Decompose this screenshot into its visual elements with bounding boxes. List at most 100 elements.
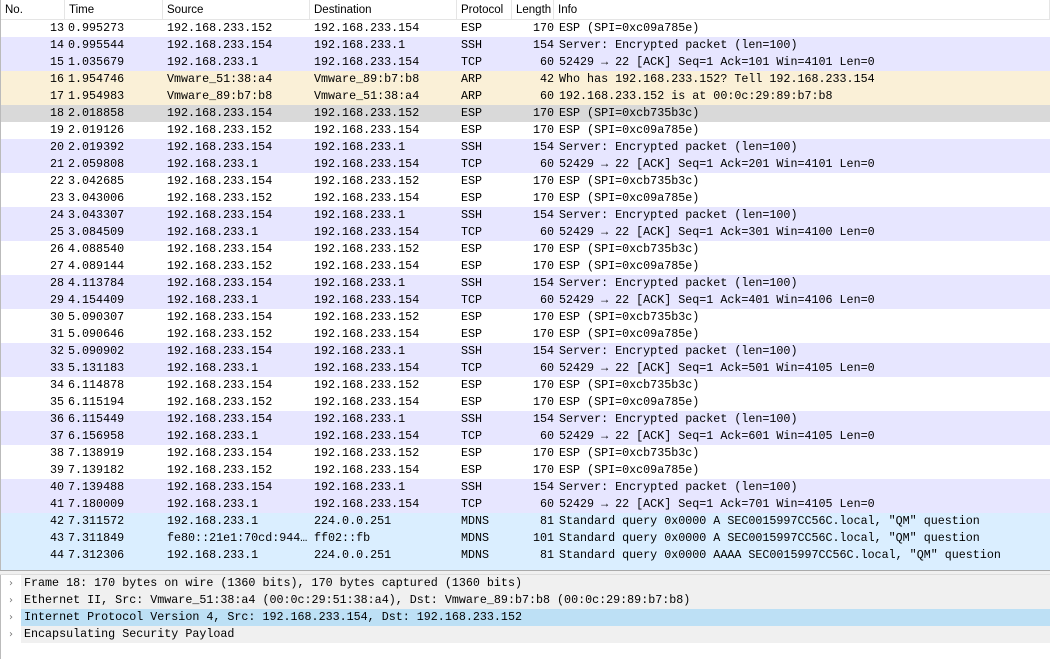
packet-row[interactable]: 23 3.043006 192.168.233.152 192.168.233.154…: [1, 190, 1050, 207]
column-header-source[interactable]: Source: [163, 0, 310, 20]
cell-length: 81: [539, 548, 554, 562]
cell-info: ESP (SPI=0xc09a785e): [559, 259, 700, 273]
column-header-info[interactable]: Info: [554, 0, 1050, 20]
cell-info: ESP (SPI=0xc09a785e): [559, 395, 700, 409]
column-header-time[interactable]: Time: [65, 0, 163, 20]
cell-protocol: ESP: [461, 463, 483, 477]
packet-row[interactable]: 43 7.311849 fe80::21e1:70cd:944… ff02::fb MD…: [1, 530, 1050, 547]
cell-destination: 224.0.0.251: [314, 548, 392, 562]
cell-length: 170: [532, 191, 554, 205]
cell-no: 23: [49, 191, 64, 205]
packet-row[interactable]: 30 5.090307 192.168.233.154 192.168.233.152…: [1, 309, 1050, 326]
cell-info: Server: Encrypted packet (len=100): [559, 412, 798, 426]
cell-destination: 192.168.233.154: [314, 259, 420, 273]
packet-row[interactable]: 20 2.019392 192.168.233.154 192.168.233.1 SS…: [1, 139, 1050, 156]
cell-info: ESP (SPI=0xcb735b3c): [559, 310, 700, 324]
packet-row[interactable]: 25 3.084509 192.168.233.1 192.168.233.154 TC…: [1, 224, 1050, 241]
cell-source: 192.168.233.154: [167, 242, 273, 256]
packet-rows: 13 0.995273 192.168.233.152 192.168.233.154…: [1, 20, 1050, 564]
cell-protocol: TCP: [461, 55, 483, 69]
cell-time: 4.088540: [68, 242, 125, 256]
packet-row[interactable]: 34 6.114878 192.168.233.154 192.168.233.152…: [1, 377, 1050, 394]
cell-destination: 192.168.233.1: [314, 208, 406, 222]
cell-no: 20: [49, 140, 64, 154]
cell-source: 192.168.233.154: [167, 344, 273, 358]
packet-row[interactable]: 40 7.139488 192.168.233.154 192.168.233.1 SS…: [1, 479, 1050, 496]
column-header-length[interactable]: Length: [512, 0, 554, 20]
detail-tree-item[interactable]: › Frame 18: 170 bytes on wire (1360 bits)…: [1, 575, 1050, 592]
cell-length: 60: [539, 361, 554, 375]
cell-no: 21: [49, 157, 64, 171]
packet-row[interactable]: 18 2.018858 192.168.233.154 192.168.233.152…: [1, 105, 1050, 122]
cell-source: 192.168.233.1: [167, 548, 259, 562]
cell-no: 38: [49, 446, 64, 460]
chevron-right-icon[interactable]: ›: [1, 592, 21, 609]
packet-row[interactable]: 16 1.954746 Vmware_51:38:a4 Vmware_89:b7:b8…: [1, 71, 1050, 88]
packet-row[interactable]: 21 2.059808 192.168.233.1 192.168.233.154 TC…: [1, 156, 1050, 173]
cell-length: 101: [532, 531, 554, 545]
packet-row[interactable]: 31 5.090646 192.168.233.152 192.168.233.154…: [1, 326, 1050, 343]
chevron-right-icon[interactable]: ›: [1, 575, 21, 592]
cell-info: Standard query 0x0000 A SEC0015997CC56C.…: [559, 514, 980, 528]
packet-row[interactable]: 19 2.019126 192.168.233.152 192.168.233.154…: [1, 122, 1050, 139]
packet-row[interactable]: 35 6.115194 192.168.233.152 192.168.233.154…: [1, 394, 1050, 411]
cell-protocol: SSH: [461, 208, 483, 222]
cell-protocol: MDNS: [461, 531, 490, 545]
cell-source: 192.168.233.152: [167, 395, 273, 409]
cell-source: 192.168.233.154: [167, 140, 273, 154]
cell-length: 170: [532, 174, 554, 188]
packet-row[interactable]: 32 5.090902 192.168.233.154 192.168.233.1 SS…: [1, 343, 1050, 360]
packet-row[interactable]: 26 4.088540 192.168.233.154 192.168.233.152…: [1, 241, 1050, 258]
packet-row[interactable]: 14 0.995544 192.168.233.154 192.168.233.1 SS…: [1, 37, 1050, 54]
packet-row[interactable]: 13 0.995273 192.168.233.152 192.168.233.154…: [1, 20, 1050, 37]
cell-time: 5.090307: [68, 310, 125, 324]
packet-row[interactable]: 27 4.089144 192.168.233.152 192.168.233.154…: [1, 258, 1050, 275]
cell-protocol: ESP: [461, 378, 483, 392]
cell-source: 192.168.233.1: [167, 514, 259, 528]
packet-row[interactable]: 38 7.138919 192.168.233.154 192.168.233.152…: [1, 445, 1050, 462]
cell-length: 60: [539, 429, 554, 443]
packet-row[interactable]: 17 1.954983 Vmware_89:b7:b8 Vmware_51:38:a4…: [1, 88, 1050, 105]
cell-info: ESP (SPI=0xcb735b3c): [559, 174, 700, 188]
packet-row[interactable]: 42 7.311572 192.168.233.1 224.0.0.251 MDNS 81…: [1, 513, 1050, 530]
cell-destination: 192.168.233.154: [314, 293, 420, 307]
packet-row[interactable]: 24 3.043307 192.168.233.154 192.168.233.1 SS…: [1, 207, 1050, 224]
packet-row[interactable]: 29 4.154409 192.168.233.1 192.168.233.154 TC…: [1, 292, 1050, 309]
detail-tree-item[interactable]: › Internet Protocol Version 4, Src: 192.1…: [1, 609, 1050, 626]
chevron-right-icon[interactable]: ›: [1, 609, 21, 626]
column-header-protocol[interactable]: Protocol: [457, 0, 512, 20]
cell-no: 17: [49, 89, 64, 103]
cell-source: 192.168.233.154: [167, 208, 273, 222]
detail-tree-item[interactable]: › Ethernet II, Src: Vmware_51:38:a4 (00:0…: [1, 592, 1050, 609]
chevron-right-icon[interactable]: ›: [1, 626, 21, 643]
packet-list[interactable]: No. Time Source Destination Protocol Len…: [0, 0, 1050, 570]
cell-destination: 192.168.233.152: [314, 174, 420, 188]
cell-info: ESP (SPI=0xc09a785e): [559, 21, 700, 35]
packet-row[interactable]: 28 4.113784 192.168.233.154 192.168.233.1 SS…: [1, 275, 1050, 292]
cell-no: 19: [49, 123, 64, 137]
packet-row[interactable]: 44 7.312306 192.168.233.1 224.0.0.251 MDNS 81…: [1, 547, 1050, 564]
cell-destination: 192.168.233.1: [314, 412, 406, 426]
packet-row[interactable]: 15 1.035679 192.168.233.1 192.168.233.154 TC…: [1, 54, 1050, 71]
column-header-destination[interactable]: Destination: [310, 0, 457, 20]
packet-row[interactable]: 41 7.180009 192.168.233.1 192.168.233.154 TC…: [1, 496, 1050, 513]
cell-destination: 192.168.233.154: [314, 327, 420, 341]
packet-row[interactable]: 33 5.131183 192.168.233.1 192.168.233.154 TC…: [1, 360, 1050, 377]
packet-row[interactable]: 39 7.139182 192.168.233.152 192.168.233.154…: [1, 462, 1050, 479]
cell-destination: 192.168.233.154: [314, 361, 420, 375]
detail-tree-item[interactable]: › Encapsulating Security Payload: [1, 626, 1050, 643]
cell-protocol: ARP: [461, 89, 483, 103]
packet-row[interactable]: 22 3.042685 192.168.233.154 192.168.233.152…: [1, 173, 1050, 190]
cell-destination: 192.168.233.152: [314, 378, 420, 392]
packet-row[interactable]: 37 6.156958 192.168.233.1 192.168.233.154 TC…: [1, 428, 1050, 445]
cell-no: 42: [49, 514, 64, 528]
cell-protocol: TCP: [461, 361, 483, 375]
cell-info: 52429 → 22 [ACK] Seq=1 Ack=501 Win=4105 …: [559, 361, 875, 375]
cell-info: Server: Encrypted packet (len=100): [559, 38, 798, 52]
detail-text: Encapsulating Security Payload: [21, 626, 1050, 643]
column-header-no[interactable]: No.: [1, 0, 65, 20]
packet-row[interactable]: 36 6.115449 192.168.233.154 192.168.233.1 SS…: [1, 411, 1050, 428]
cell-time: 2.059808: [68, 157, 125, 171]
cell-no: 28: [49, 276, 64, 290]
cell-destination: 192.168.233.154: [314, 157, 420, 171]
